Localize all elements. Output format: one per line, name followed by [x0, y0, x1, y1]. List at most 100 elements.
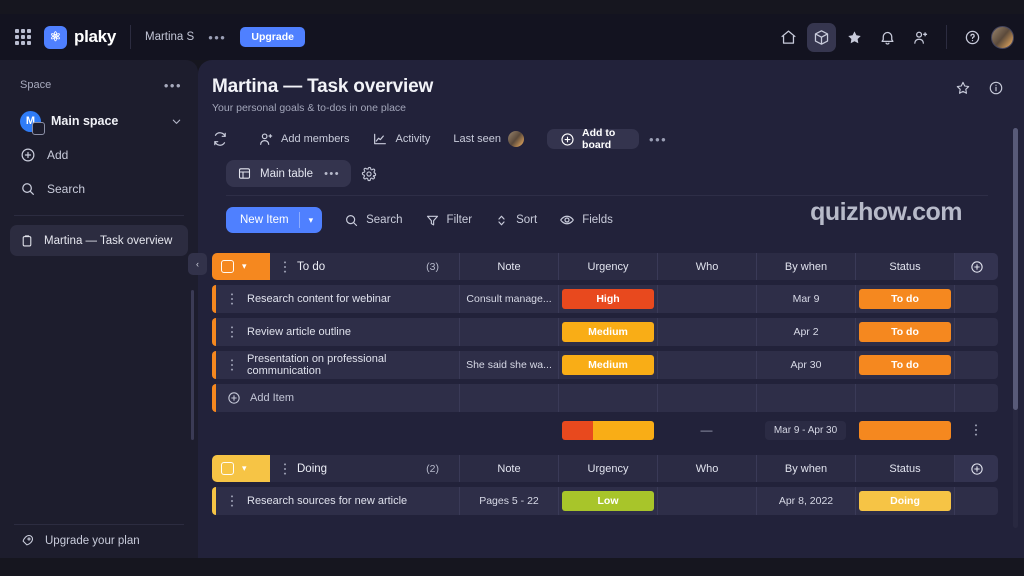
row-drag-handle-icon[interactable]: [227, 325, 237, 339]
urgency-badge[interactable]: Medium: [562, 322, 654, 342]
cell-urgency[interactable]: High: [558, 285, 657, 313]
sidebar-scrollbar[interactable]: [191, 290, 194, 440]
column-header[interactable]: Note: [459, 455, 558, 482]
fields-button[interactable]: Fields: [559, 212, 613, 228]
sidebar-item-martina-task-overview[interactable]: Martina — Task overview: [10, 225, 188, 256]
column-header[interactable]: Status: [855, 253, 954, 280]
column-header[interactable]: Note: [459, 253, 558, 280]
gear-icon[interactable]: [361, 166, 377, 182]
group-name[interactable]: Doing (2): [270, 455, 459, 482]
chevron-down-icon[interactable]: ▾: [242, 463, 247, 474]
summary-status[interactable]: [855, 417, 954, 443]
add-to-board-button[interactable]: Add to board: [547, 127, 640, 151]
cell-by-when[interactable]: Apr 2: [756, 318, 855, 346]
sort-button[interactable]: Sort: [494, 213, 537, 228]
group-checkbox[interactable]: [221, 462, 234, 475]
cell-status[interactable]: To do: [855, 351, 954, 379]
filter-button[interactable]: Filter: [425, 213, 472, 228]
table-row[interactable]: Review article outline Medium Apr 2 To d…: [212, 318, 998, 346]
column-header[interactable]: Urgency: [558, 455, 657, 482]
tab-main-table[interactable]: Main table •••: [226, 160, 352, 187]
chevron-down-icon[interactable]: ▾: [242, 261, 247, 272]
apps-grid-icon[interactable]: [10, 24, 36, 50]
add-column-button[interactable]: [954, 253, 998, 280]
activity-button[interactable]: Activity: [372, 126, 441, 152]
row-name-cell[interactable]: Research sources for new article: [216, 487, 459, 515]
refresh-sync-button[interactable]: [212, 126, 246, 152]
group-select-toggle[interactable]: ▾: [212, 455, 270, 482]
cell-who[interactable]: [657, 285, 756, 313]
boards-cube-icon[interactable]: [807, 22, 836, 52]
chevron-down-icon[interactable]: ▾: [300, 208, 323, 233]
main-scrollbar-track[interactable]: [1013, 128, 1018, 528]
star-icon[interactable]: [840, 23, 869, 52]
add-column-button[interactable]: [954, 455, 998, 482]
status-badge[interactable]: To do: [859, 289, 951, 309]
table-row[interactable]: Research content for webinar Consult man…: [212, 285, 998, 313]
brand-logo[interactable]: ⚛ plaky: [44, 25, 116, 49]
row-drag-handle-icon[interactable]: [280, 260, 290, 274]
add-members-button[interactable]: Add members: [258, 126, 360, 152]
user-avatar[interactable]: [991, 25, 1014, 49]
cell-urgency[interactable]: Medium: [558, 318, 657, 346]
cell-note[interactable]: [459, 318, 558, 346]
invite-person-icon[interactable]: [906, 23, 935, 52]
new-item-button[interactable]: New Item ▾: [226, 207, 323, 233]
workspace-name[interactable]: Martina S: [145, 31, 194, 43]
add-item-row[interactable]: Add Item: [212, 384, 998, 412]
urgency-badge[interactable]: Medium: [562, 355, 654, 375]
upgrade-button[interactable]: Upgrade: [240, 27, 305, 47]
cell-note[interactable]: Consult manage...: [459, 285, 558, 313]
column-header[interactable]: Who: [657, 253, 756, 280]
cell-status[interactable]: To do: [855, 285, 954, 313]
group-select-toggle[interactable]: ▾: [212, 253, 270, 280]
cell-note[interactable]: She said she wa...: [459, 351, 558, 379]
row-name-cell[interactable]: Research content for webinar: [216, 285, 459, 313]
sidebar-collapse-button[interactable]: ‹: [188, 253, 207, 275]
summary-urgency[interactable]: [558, 417, 657, 443]
row-drag-handle-icon[interactable]: [227, 292, 237, 306]
table-row[interactable]: Presentation on professional communicati…: [212, 351, 998, 379]
cell-status[interactable]: To do: [855, 318, 954, 346]
last-seen-indicator[interactable]: Last seen: [453, 126, 535, 152]
urgency-badge[interactable]: Low: [562, 491, 654, 511]
tab-more-icon[interactable]: •••: [324, 168, 340, 180]
cell-note[interactable]: Pages 5 - 22: [459, 487, 558, 515]
cell-by-when[interactable]: Apr 8, 2022: [756, 487, 855, 515]
summary-by-when[interactable]: Mar 9 - Apr 30: [756, 417, 855, 443]
star-outline-icon[interactable]: [955, 80, 971, 96]
cell-urgency[interactable]: Medium: [558, 351, 657, 379]
chevron-down-icon[interactable]: [171, 116, 182, 127]
status-badge[interactable]: To do: [859, 355, 951, 375]
column-header[interactable]: Status: [855, 455, 954, 482]
cell-by-when[interactable]: Mar 9: [756, 285, 855, 313]
group-checkbox[interactable]: [221, 260, 234, 273]
cell-who[interactable]: [657, 487, 756, 515]
status-badge[interactable]: Doing: [859, 491, 951, 511]
cell-who[interactable]: [657, 318, 756, 346]
help-question-icon[interactable]: [958, 23, 987, 52]
sidebar-item-upgrade-your-plan[interactable]: Upgrade your plan: [0, 533, 198, 558]
group-name[interactable]: To do (3): [270, 253, 459, 280]
column-header[interactable]: Who: [657, 455, 756, 482]
column-header[interactable]: By when: [756, 253, 855, 280]
info-circle-icon[interactable]: [988, 80, 1004, 96]
sidebar-item-search[interactable]: Search: [0, 172, 198, 206]
cell-by-when[interactable]: Apr 30: [756, 351, 855, 379]
column-header[interactable]: By when: [756, 455, 855, 482]
row-name-cell[interactable]: Review article outline: [216, 318, 459, 346]
status-badge[interactable]: To do: [859, 322, 951, 342]
row-name-cell[interactable]: Presentation on professional communicati…: [216, 351, 459, 379]
sidebar-item-add[interactable]: Add: [0, 138, 198, 172]
summary-more-icon[interactable]: [954, 417, 998, 443]
column-header[interactable]: Urgency: [558, 253, 657, 280]
row-drag-handle-icon[interactable]: [227, 358, 237, 372]
main-scrollbar-thumb[interactable]: [1013, 128, 1018, 410]
cell-urgency[interactable]: Low: [558, 487, 657, 515]
add-item-button[interactable]: Add Item: [216, 384, 459, 412]
row-drag-handle-icon[interactable]: [280, 462, 290, 476]
table-row[interactable]: Research sources for new article Pages 5…: [212, 487, 998, 515]
home-icon[interactable]: [774, 23, 803, 52]
cell-status[interactable]: Doing: [855, 487, 954, 515]
row-drag-handle-icon[interactable]: [971, 423, 981, 437]
